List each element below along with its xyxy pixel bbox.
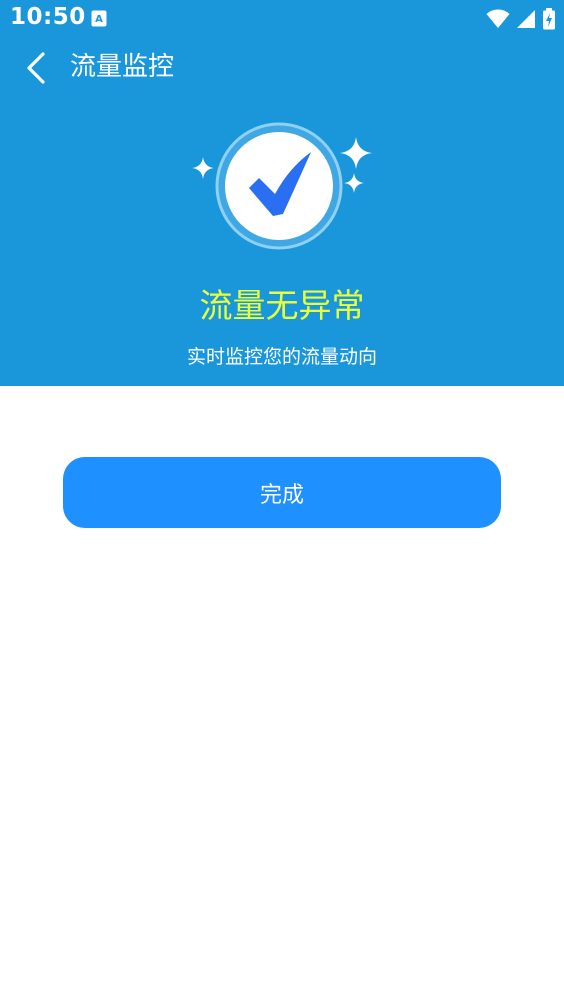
app-notification-icon: A <box>91 10 107 27</box>
sparkle-icon <box>192 157 214 179</box>
status-bar: 10:50 A <box>0 0 564 38</box>
toolbar: 流量监控 <box>0 38 564 98</box>
chevron-left-icon <box>27 52 45 84</box>
checkmark-badge <box>215 122 343 250</box>
result-subheading: 实时监控您的流量动向 <box>186 346 377 368</box>
wifi-icon <box>486 9 510 28</box>
result-header: 10:50 A 流量监控 流量无异常 实时监控您的流量动向 <box>0 0 564 386</box>
done-button[interactable]: 完成 <box>63 457 501 528</box>
battery-charging-icon <box>543 8 555 30</box>
back-button[interactable] <box>16 48 56 88</box>
app-notification-letter: A <box>95 14 103 25</box>
page-title: 流量监控 <box>70 52 175 82</box>
sparkle-icon <box>344 173 364 193</box>
sparkle-icon <box>340 137 372 169</box>
traffic-monitor-screen: 10:50 A 流量监控 流量无异常 实时监控您的流量动向 完成 <box>0 0 564 1004</box>
status-time: 10:50 <box>10 4 86 30</box>
result-heading: 流量无异常 <box>199 286 365 325</box>
status-icons <box>486 8 556 30</box>
cell-signal-icon <box>517 10 535 28</box>
